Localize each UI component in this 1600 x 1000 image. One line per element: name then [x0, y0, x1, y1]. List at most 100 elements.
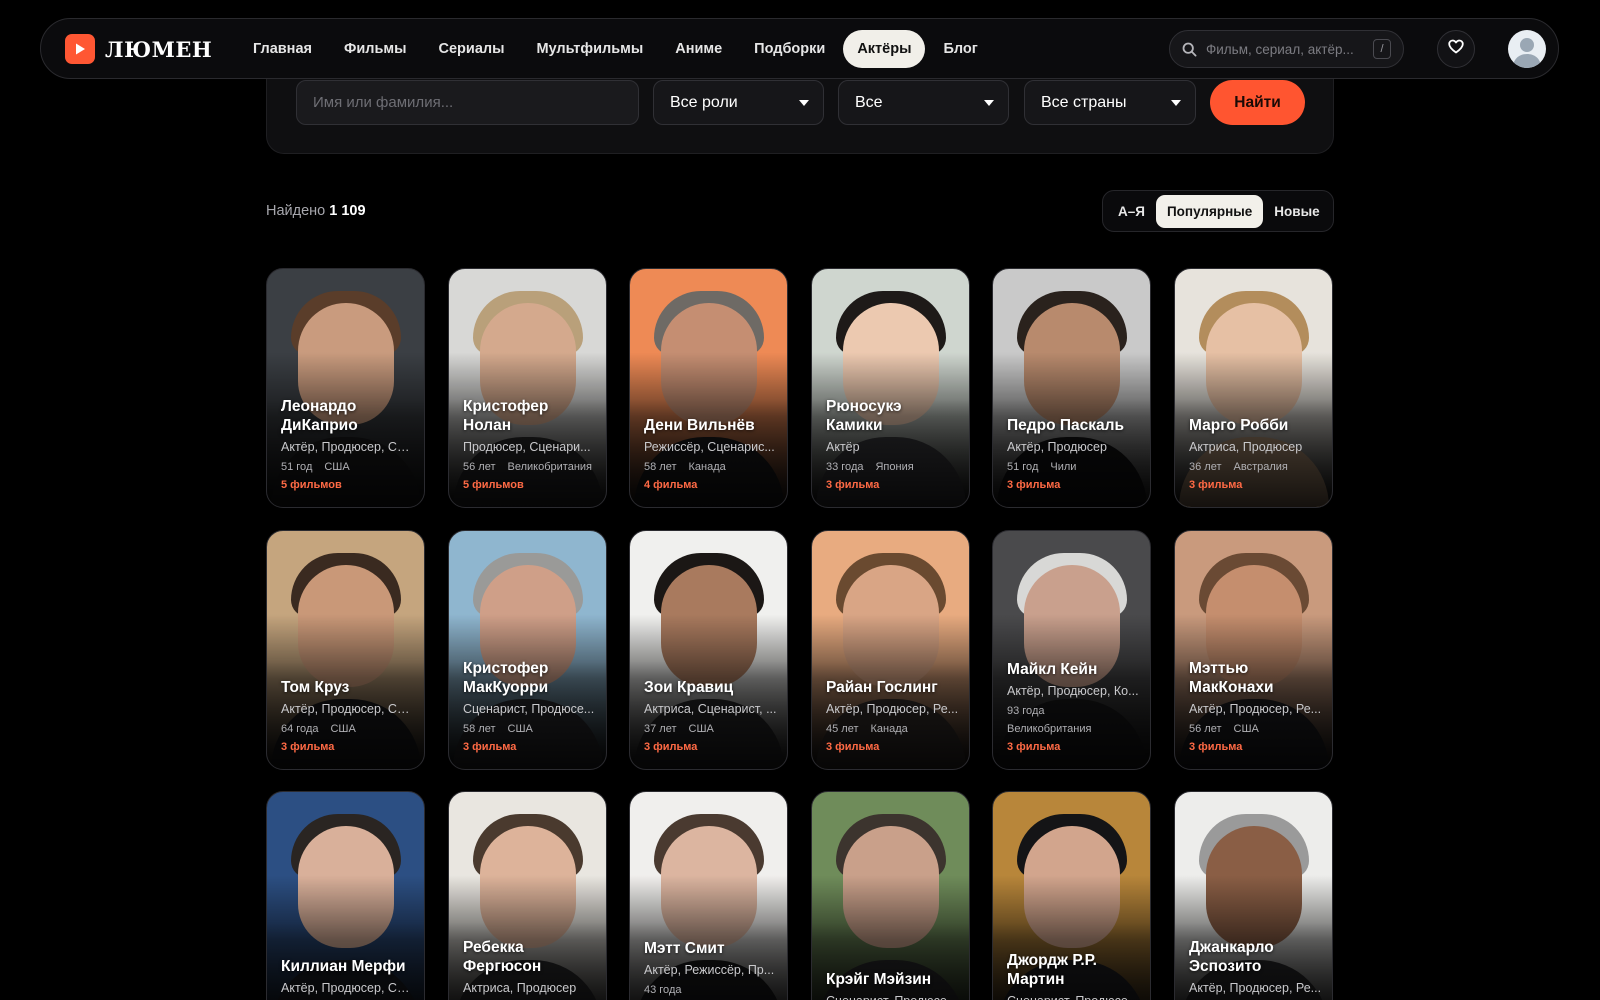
person-country: Австралия: [1233, 461, 1288, 473]
person-info: Ребекка ФергюсонАктриса, Продюсер42 года…: [463, 939, 596, 1000]
brand-name: ЛЮМЕН: [105, 36, 213, 62]
person-name: Киллиан Мерфи: [281, 957, 406, 975]
person-meta: 36 лет Австралия 3 фильма: [1189, 461, 1322, 492]
countries-select[interactable]: Все страны: [1024, 80, 1196, 125]
person-info: Мэтт Смит Актёр, Режиссёр, Пр... 43 годаВе…: [644, 940, 777, 1000]
person-card[interactable]: Кристофер МакКуорри Сценарист, Продюсе...…: [448, 530, 607, 770]
person-card[interactable]: Дени Вильнёв Режиссёр, Сценарис... 58 лет К…: [629, 268, 788, 508]
person-roles: Сценарист, Продюсе...: [463, 702, 595, 716]
person-info: Мэттью МакКонахи Актёр, Продюсер, Ре... 56…: [1189, 660, 1322, 754]
person-films-count: 3 фильма: [826, 741, 880, 753]
person-name: Мэтт Смит: [644, 939, 725, 957]
person-age: 56 лет: [1189, 723, 1222, 735]
person-meta: 64 года США 3 фильма: [281, 723, 414, 754]
person-roles: Сценарист, Продюсе...: [826, 994, 959, 1000]
person-card[interactable]: Райан Гослинг Актёр, Продюсер, Ре... 45 ле…: [811, 530, 970, 770]
person-films-count: 3 фильма: [1189, 479, 1243, 491]
sort-alphabetical[interactable]: А–Я: [1107, 195, 1156, 228]
person-age: 58 лет: [644, 461, 677, 473]
person-films-count: 3 фильма: [1007, 479, 1061, 491]
person-name: Мэттью МакКонахи: [1189, 660, 1274, 696]
heart-icon: [1448, 39, 1464, 59]
name-search-input[interactable]: [296, 80, 639, 125]
person-age: 58 лет: [463, 723, 496, 735]
user-icon: [1513, 38, 1541, 68]
person-country: Великобритания: [1007, 723, 1092, 735]
person-age: 64 года: [281, 723, 319, 735]
person-card[interactable]: Рюносукэ Камики Актёр 33 года Япония 3 фильм…: [811, 268, 970, 508]
user-avatar[interactable]: [1508, 30, 1546, 68]
roles-select[interactable]: Все роли: [653, 80, 824, 125]
person-roles: Актёр: [826, 440, 860, 454]
sort-popular[interactable]: Популярные: [1155, 194, 1264, 228]
person-films-count: 3 фильма: [281, 741, 335, 753]
logo[interactable]: ЛЮМЕН: [65, 34, 212, 64]
nav-item-blog[interactable]: Блог: [927, 30, 993, 68]
search-box: /: [1169, 30, 1404, 68]
person-films-count: 5 фильмов: [281, 479, 342, 491]
person-card[interactable]: Кристофер Нолан Продюсер, Сценари... 56 ле…: [448, 268, 607, 508]
person-country: США: [507, 723, 533, 735]
person-country: США: [330, 723, 356, 735]
person-films-count: 3 фильма: [644, 741, 698, 753]
person-roles: Актёр, Продюсер, Ре...: [1189, 702, 1322, 716]
person-name: Крэйг Мэйзин: [826, 970, 932, 988]
chevron-down-icon: [799, 99, 809, 106]
person-info: Райан Гослинг Актёр, Продюсер, Ре... 45 ле…: [826, 679, 959, 755]
nav-item-actors[interactable]: Актёры: [843, 30, 926, 68]
nav-item-anime[interactable]: Аниме: [659, 30, 738, 68]
person-card[interactable]: Майкл Кейн Актёр, Продюсер, Ко... 93 года В…: [992, 530, 1151, 770]
nav-item-cartoons[interactable]: Мультфильмы: [520, 30, 659, 68]
person-card[interactable]: Леонардо ДиКаприо Актёр, Продюсер, Сц... 5…: [266, 268, 425, 508]
person-card[interactable]: Крэйг Мэйзин Сценарист, Продюсе...: [811, 791, 970, 1000]
results-count-value: 1 109: [329, 203, 366, 219]
person-age: 45 лет: [826, 723, 859, 735]
person-roles: Актёр, Продюсер: [1007, 440, 1107, 454]
play-logo-icon: [65, 34, 95, 64]
nav-item-home[interactable]: Главная: [237, 30, 328, 68]
person-card[interactable]: Педро Паскаль Актёр, Продюсер 51 год Чили 3 …: [992, 268, 1151, 508]
person-info: Майкл Кейн Актёр, Продюсер, Ко... 93 года В…: [1007, 661, 1140, 755]
person-roles: Актриса, Продюсер: [463, 981, 577, 995]
favorites-button[interactable]: [1437, 30, 1475, 68]
person-name: Педро Паскаль: [1007, 416, 1124, 434]
person-meta: 43 годаВеликобритания: [644, 984, 777, 1000]
person-card[interactable]: Джордж Р.Р. Мартин Сценарист, Продюсе...: [992, 791, 1151, 1000]
nav-item-series[interactable]: Сериалы: [423, 30, 521, 68]
person-meta: 45 лет Канада 3 фильма: [826, 723, 959, 754]
top-header: ЛЮМЕН Главная Фильмы Сериалы Мультфильмы…: [40, 18, 1559, 79]
person-roles: Сценарист, Продюсе...: [1007, 994, 1140, 1000]
person-card[interactable]: Джанкарло Эспозито Актёр, Продюсер, Ре...…: [1174, 791, 1333, 1000]
person-name: Том Круз: [281, 678, 350, 696]
person-info: Зои Кравиц Актриса, Сценарист, ... 37 лет С…: [644, 679, 777, 755]
person-films-count: 3 фильма: [1007, 741, 1061, 753]
person-name: Джордж Р.Р. Мартин: [1007, 952, 1097, 988]
person-info: Том Круз Актёр, Продюсер, Сц... 64 года США…: [281, 679, 414, 755]
person-card[interactable]: Киллиан МерфиАктёр, Продюсер, Сц...50 ле…: [266, 791, 425, 1000]
person-card[interactable]: Зои Кравиц Актриса, Сценарист, ... 37 лет С…: [629, 530, 788, 770]
person-name: Зои Кравиц: [644, 678, 734, 696]
nav-item-movies[interactable]: Фильмы: [328, 30, 423, 68]
sort-new[interactable]: Новые: [1263, 195, 1330, 228]
person-age: 51 год: [1007, 461, 1039, 473]
nav-item-collections[interactable]: Подборки: [738, 30, 841, 68]
person-age: 93 года: [1007, 705, 1045, 717]
person-info: Джордж Р.Р. Мартин Сценарист, Продюсе...: [1007, 952, 1140, 1000]
person-card[interactable]: Мэттью МакКонахи Актёр, Продюсер, Ре... 56…: [1174, 530, 1333, 770]
person-name: Марго Робби: [1189, 416, 1289, 434]
person-info: Леонардо ДиКаприо Актёр, Продюсер, Сц... 5…: [281, 398, 414, 492]
gender-select[interactable]: Все: [838, 80, 1009, 125]
person-country: США: [688, 723, 714, 735]
person-card[interactable]: Марго Робби Актриса, Продюсер 36 лет Австра…: [1174, 268, 1333, 508]
person-card[interactable]: Том Круз Актёр, Продюсер, Сц... 64 года США…: [266, 530, 425, 770]
person-card[interactable]: Мэтт Смит Актёр, Режиссёр, Пр... 43 годаВе…: [629, 791, 788, 1000]
person-films-count: 4 фильма: [644, 479, 698, 491]
person-films-count: 3 фильма: [1189, 741, 1243, 753]
person-age: 33 года: [826, 461, 864, 473]
person-meta: 93 года Великобритания 3 фильма: [1007, 705, 1140, 754]
search-input[interactable]: [1206, 41, 1373, 57]
person-meta: 58 лет Канада 4 фильма: [644, 461, 777, 492]
find-button[interactable]: Найти: [1210, 80, 1305, 125]
search-shortcut-hint: /: [1373, 39, 1391, 59]
person-card[interactable]: Ребекка ФергюсонАктриса, Продюсер42 года…: [448, 791, 607, 1000]
